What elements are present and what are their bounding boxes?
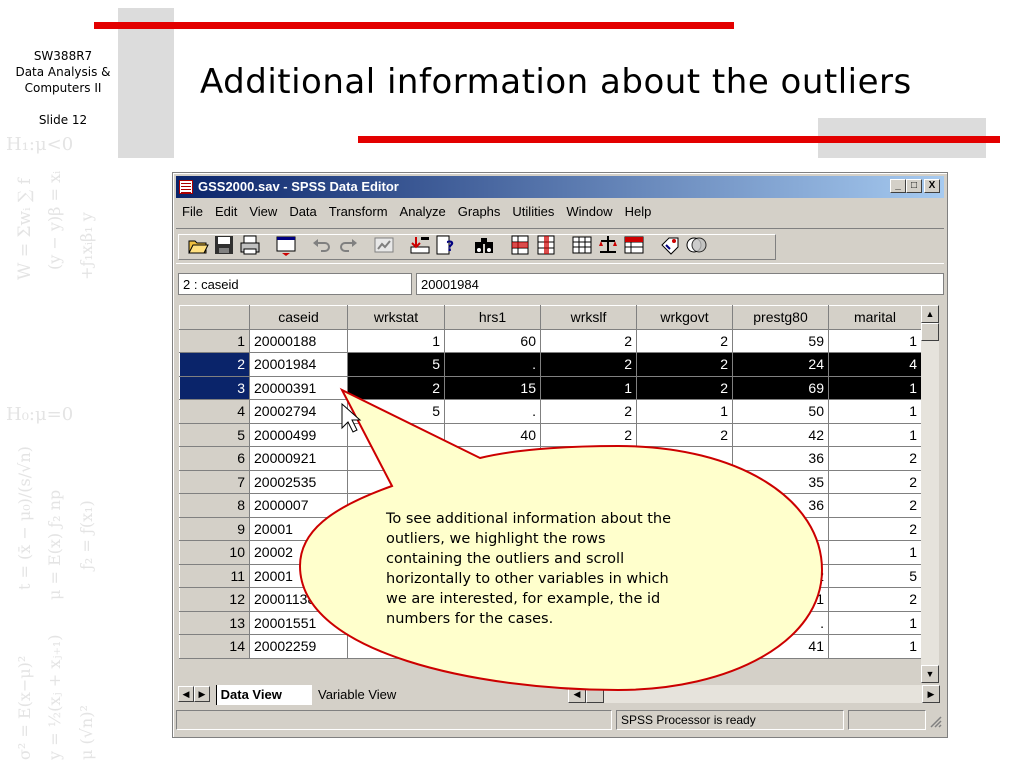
callout-line: containing the outliers and scroll	[386, 551, 625, 567]
callout-line: To see additional information about the	[386, 511, 672, 527]
callout-line: horizontally to other variables in which	[386, 571, 669, 587]
callout-line: numbers for the cases.	[386, 611, 554, 627]
callout-balloon	[298, 387, 824, 692]
callout-line: we are interested, for example, the id	[386, 591, 661, 607]
callout-line: outliers, we highlight the rows	[386, 531, 606, 547]
callout-text: To see additional information about the …	[386, 509, 736, 629]
